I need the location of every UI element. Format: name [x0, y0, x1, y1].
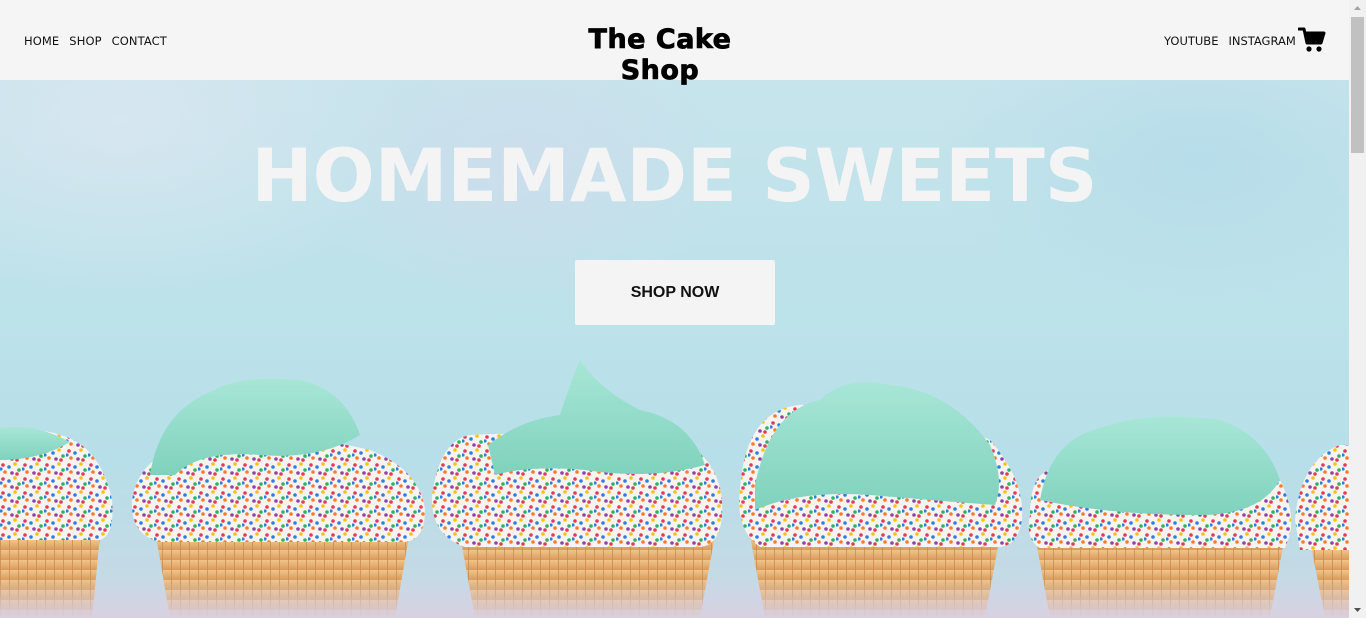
- nav-instagram-link[interactable]: INSTAGRAM: [1228, 34, 1295, 48]
- social-nav: YOUTUBE INSTAGRAM: [1164, 34, 1296, 48]
- nav-youtube-link[interactable]: YOUTUBE: [1164, 34, 1218, 48]
- scroll-up-arrow-icon[interactable]: [1349, 0, 1366, 17]
- page: HOME SHOP CONTACT The Cake Shop YOUTUBE …: [0, 0, 1366, 618]
- scroll-down-arrow-icon[interactable]: [1349, 601, 1366, 618]
- site-logo[interactable]: The Cake Shop: [550, 24, 770, 87]
- nav-shop-link[interactable]: SHOP: [69, 34, 101, 48]
- shopping-cart-icon[interactable]: [1297, 27, 1326, 53]
- shop-now-button[interactable]: SHOP NOW: [575, 260, 775, 325]
- nav-contact-link[interactable]: CONTACT: [112, 34, 167, 48]
- scrollbar-thumb[interactable]: [1351, 17, 1364, 153]
- hero-title: HOMEMADE SWEETS: [251, 134, 1098, 219]
- site-header: HOME SHOP CONTACT The Cake Shop YOUTUBE …: [0, 0, 1349, 86]
- vertical-scrollbar[interactable]: [1349, 0, 1366, 618]
- hero-floor: [0, 578, 1349, 618]
- hero-banner: HOMEMADE SWEETS SHOP NOW: [0, 80, 1349, 618]
- primary-nav: HOME SHOP CONTACT: [24, 34, 167, 48]
- nav-home-link[interactable]: HOME: [24, 34, 59, 48]
